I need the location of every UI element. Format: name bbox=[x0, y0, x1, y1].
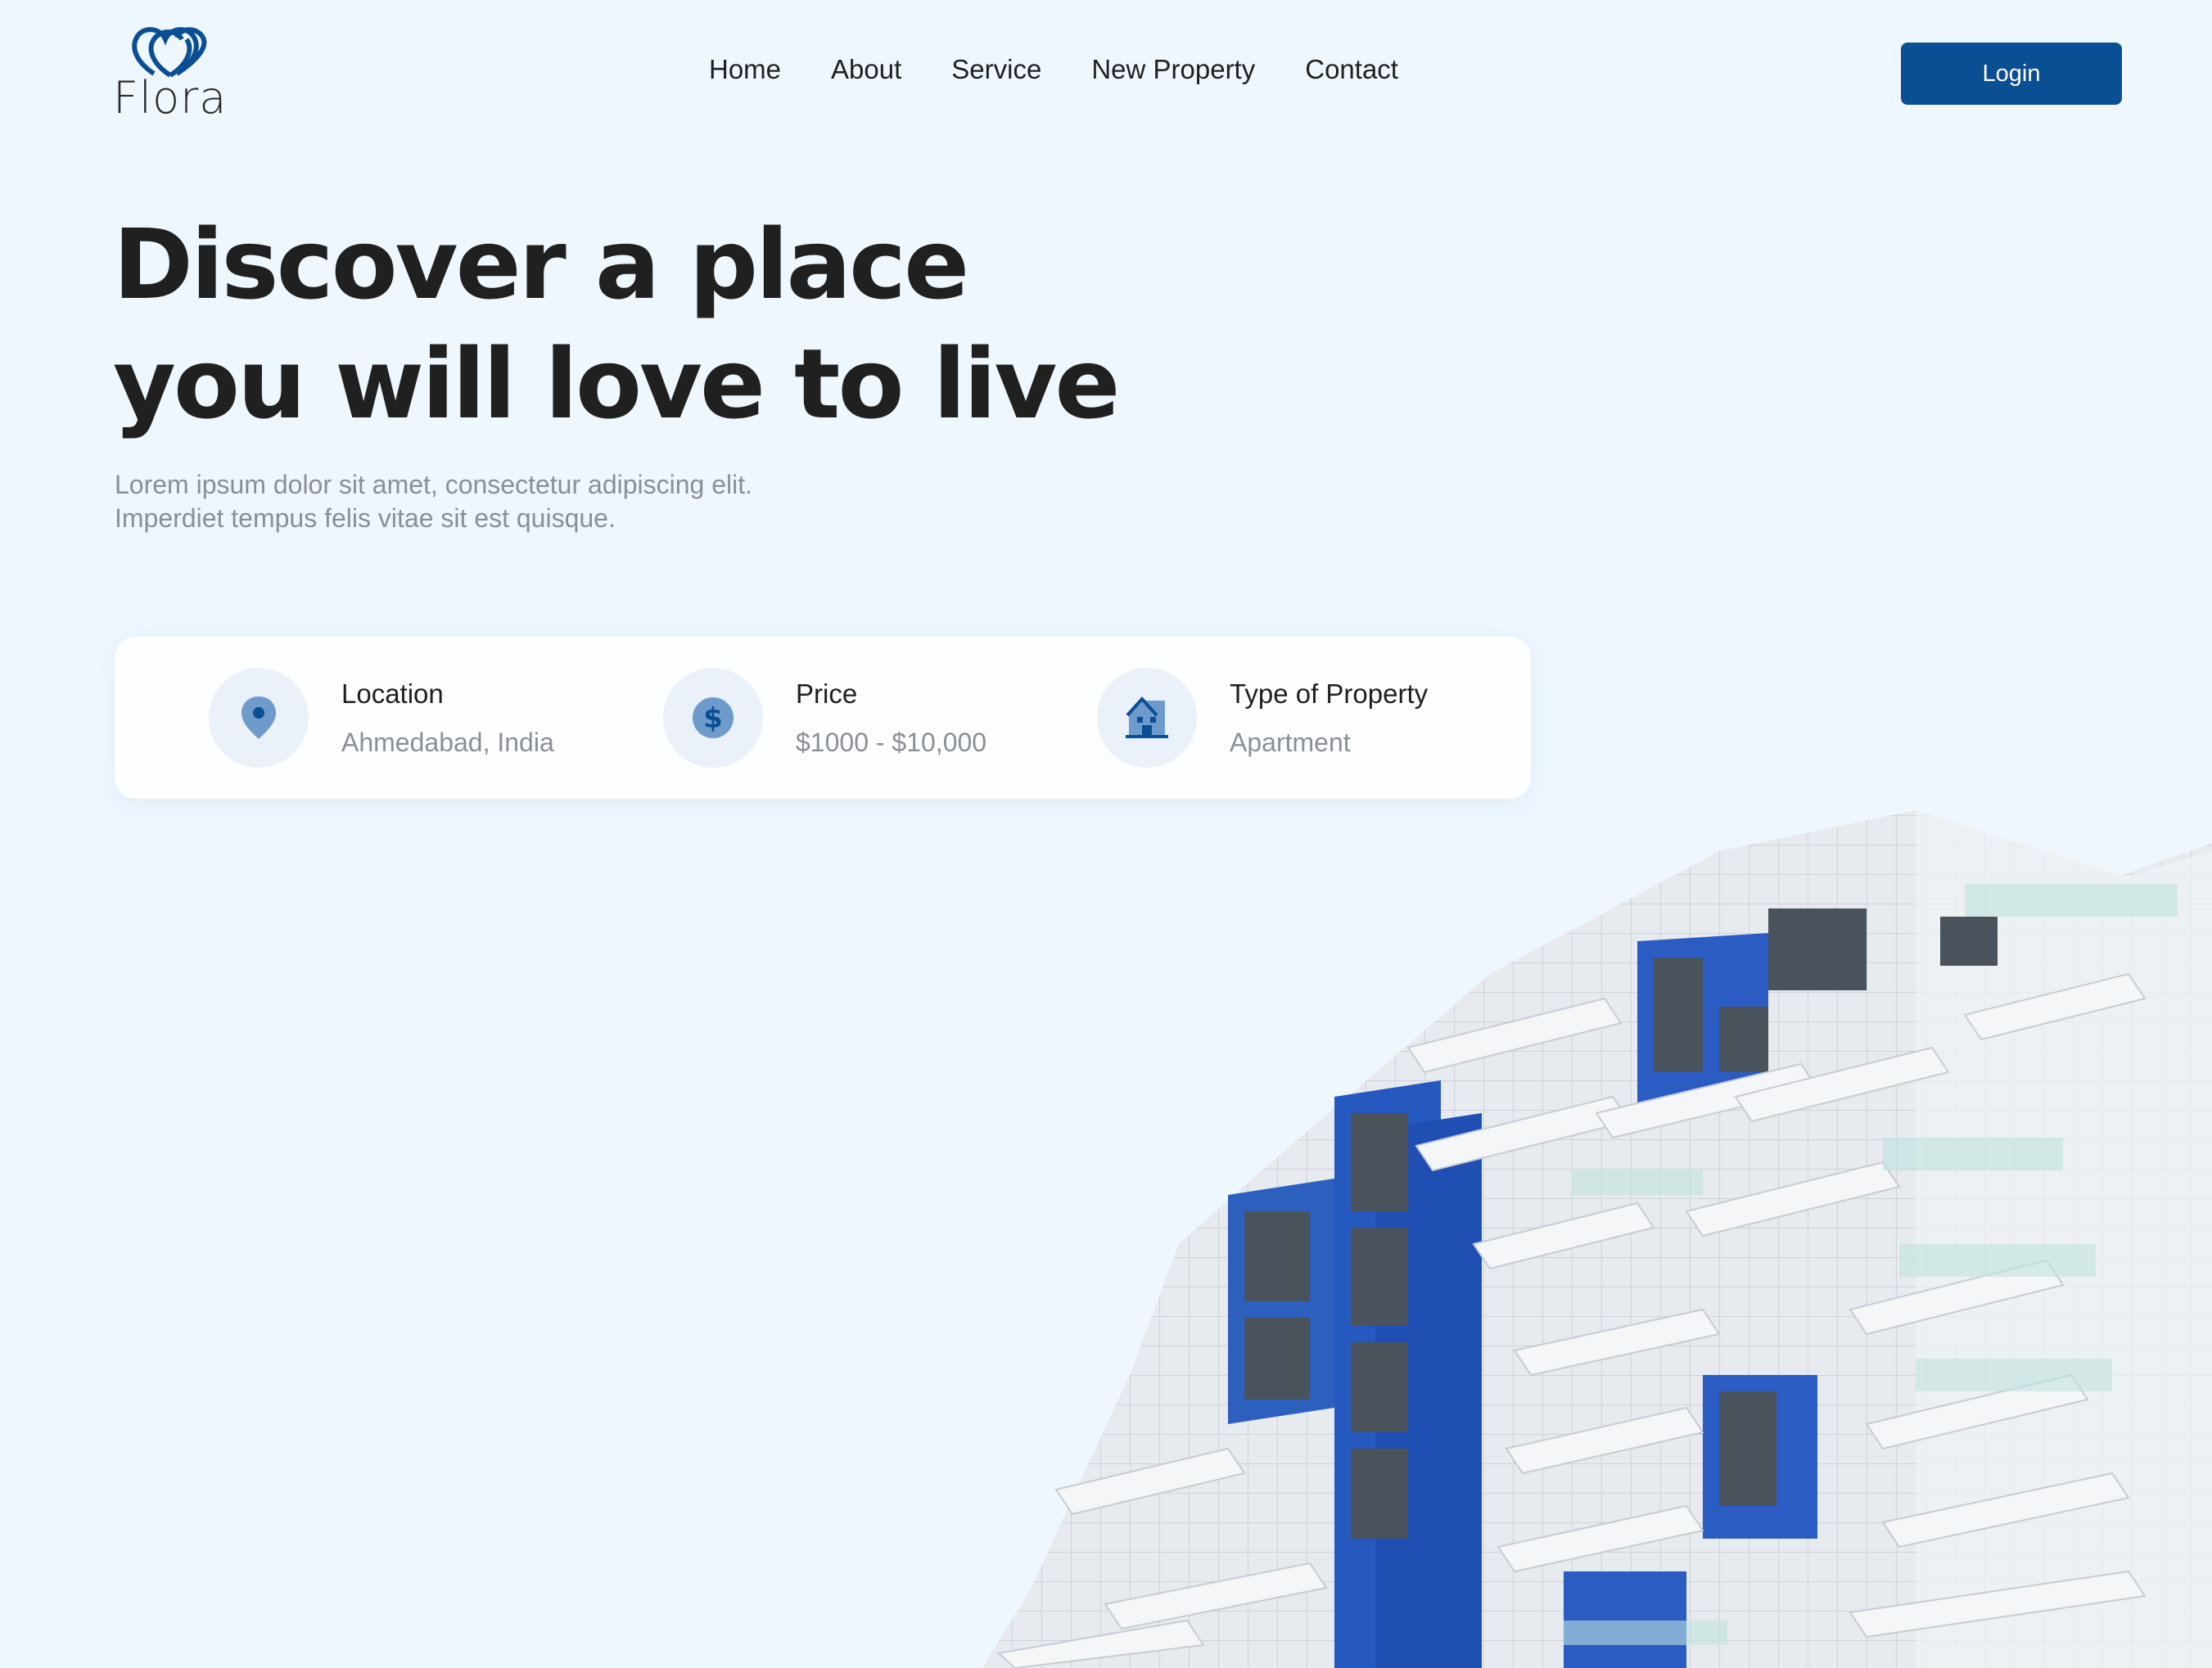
svg-text:$: $ bbox=[703, 702, 723, 735]
location-label: Location bbox=[341, 678, 444, 709]
hero-description-line-2: Imperdiet tempus felis vitae sit est qui… bbox=[115, 503, 616, 533]
price-value: $1000 - $10,000 bbox=[796, 727, 987, 757]
location-pin-icon bbox=[209, 668, 309, 768]
location-value: Ahmedabad, India bbox=[341, 727, 554, 757]
flora-logo[interactable]: Flora bbox=[113, 25, 244, 124]
nav-item-home[interactable]: Home bbox=[709, 54, 781, 85]
property-search-card: Location Ahmedabad, India $ Price $1000 … bbox=[115, 637, 1531, 799]
price-label: Price bbox=[796, 678, 858, 709]
nav-item-contact[interactable]: Contact bbox=[1305, 54, 1398, 85]
property-type-value: Apartment bbox=[1230, 727, 1351, 757]
price-field[interactable]: $ Price $1000 - $10,000 bbox=[663, 668, 986, 768]
nav-item-about[interactable]: About bbox=[831, 54, 901, 85]
login-button[interactable]: Login bbox=[1901, 43, 2122, 105]
landing-page: Flora Home About Service New Property Co… bbox=[0, 0, 2212, 1668]
hero-title-line-1: Discover a place bbox=[113, 208, 969, 321]
nav-item-new-property[interactable]: New Property bbox=[1091, 54, 1255, 85]
brand-name: Flora bbox=[113, 72, 228, 124]
nav-item-service[interactable]: Service bbox=[951, 54, 1041, 85]
property-type-field[interactable]: Type of Property Apartment bbox=[1097, 668, 1428, 768]
flora-logo-icon bbox=[132, 27, 207, 78]
house-icon bbox=[1097, 668, 1197, 768]
hero-description: Lorem ipsum dolor sit amet, consectetur … bbox=[115, 468, 917, 535]
hero-title-line-2: you will love to live bbox=[113, 327, 1120, 440]
property-type-label: Type of Property bbox=[1230, 678, 1429, 709]
location-field[interactable]: Location Ahmedabad, India bbox=[209, 668, 554, 768]
dollar-icon: $ bbox=[663, 668, 763, 768]
apartment-building-image bbox=[982, 810, 2212, 1668]
hero-description-line-1: Lorem ipsum dolor sit amet, consectetur … bbox=[115, 470, 753, 499]
main-nav: Home About Service New Property Contact bbox=[709, 54, 1398, 85]
hero-title: Discover a place you will love to live bbox=[113, 205, 1177, 444]
